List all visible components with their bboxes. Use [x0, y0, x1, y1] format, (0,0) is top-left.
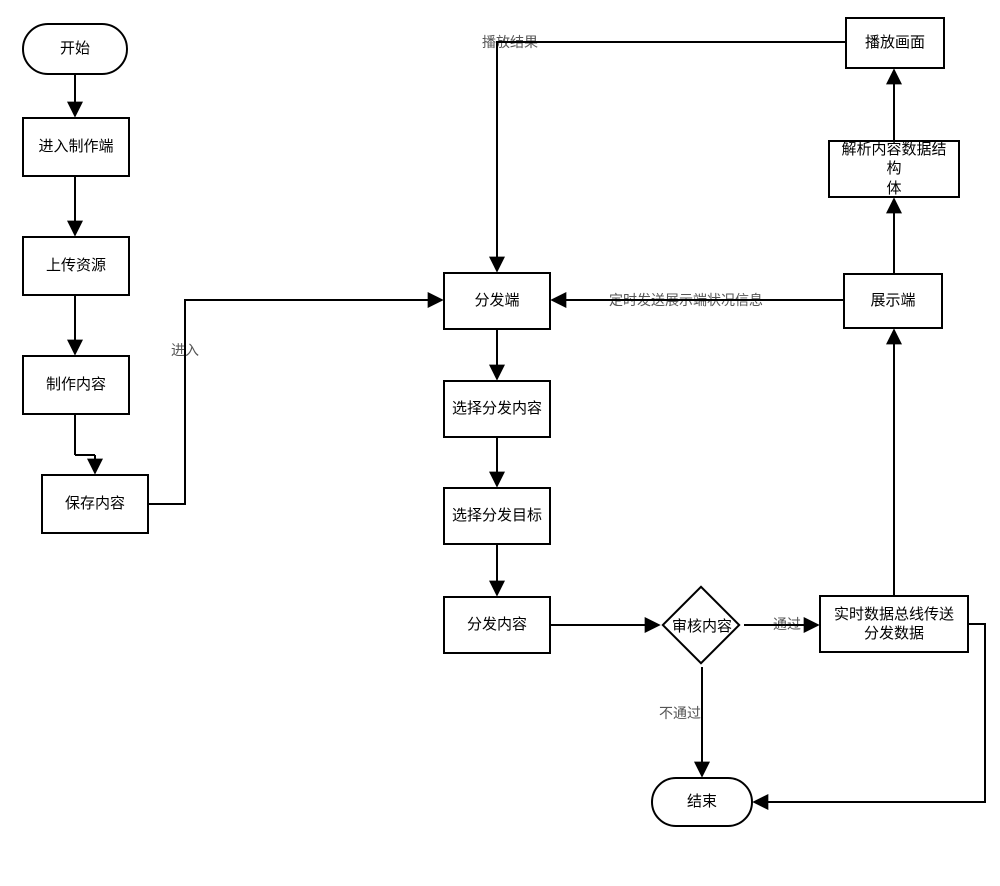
- create-content-label: 制作内容: [46, 375, 106, 395]
- display-end-node: 展示端: [843, 273, 943, 329]
- select-distribute-content-node: 选择分发内容: [443, 380, 551, 438]
- end-label: 结束: [687, 792, 717, 812]
- distribute-content-node: 分发内容: [443, 596, 551, 654]
- select-distribute-content-label: 选择分发内容: [452, 399, 542, 419]
- fail-edge-label: 不通过: [657, 703, 703, 723]
- play-screen-node: 播放画面: [845, 17, 945, 69]
- upload-resource-node: 上传资源: [22, 236, 130, 296]
- enter-production-label: 进入制作端: [38, 137, 113, 157]
- flow-arrows: [0, 0, 1000, 886]
- enter-production-node: 进入制作端: [22, 117, 130, 177]
- distribution-end-node: 分发端: [443, 272, 551, 330]
- end-node: 结束: [651, 777, 753, 827]
- review-content-node: [661, 585, 740, 664]
- display-end-label: 展示端: [870, 291, 915, 311]
- bus-send-node: 实时数据总线传送 分发数据: [819, 595, 969, 653]
- pass-edge-label: 通过: [771, 614, 803, 634]
- distribute-content-label: 分发内容: [467, 615, 527, 635]
- upload-resource-label: 上传资源: [46, 256, 106, 276]
- play-screen-label: 播放画面: [865, 33, 925, 53]
- play-result-edge-label: 播放结果: [480, 32, 540, 52]
- save-content-node: 保存内容: [41, 474, 149, 534]
- start-node: 开始: [22, 23, 128, 75]
- distribution-end-label: 分发端: [474, 291, 519, 311]
- select-distribute-target-node: 选择分发目标: [443, 487, 551, 545]
- save-content-label: 保存内容: [65, 494, 125, 514]
- parse-content-label: 解析内容数据结构 体: [836, 140, 952, 199]
- start-label: 开始: [60, 39, 90, 59]
- bus-send-label: 实时数据总线传送 分发数据: [834, 605, 954, 644]
- timed-status-edge-label: 定时发送展示端状况信息: [607, 290, 765, 310]
- enter-edge-label: 进入: [169, 340, 201, 360]
- parse-content-node: 解析内容数据结构 体: [828, 140, 960, 198]
- select-distribute-target-label: 选择分发目标: [452, 506, 542, 526]
- create-content-node: 制作内容: [22, 355, 130, 415]
